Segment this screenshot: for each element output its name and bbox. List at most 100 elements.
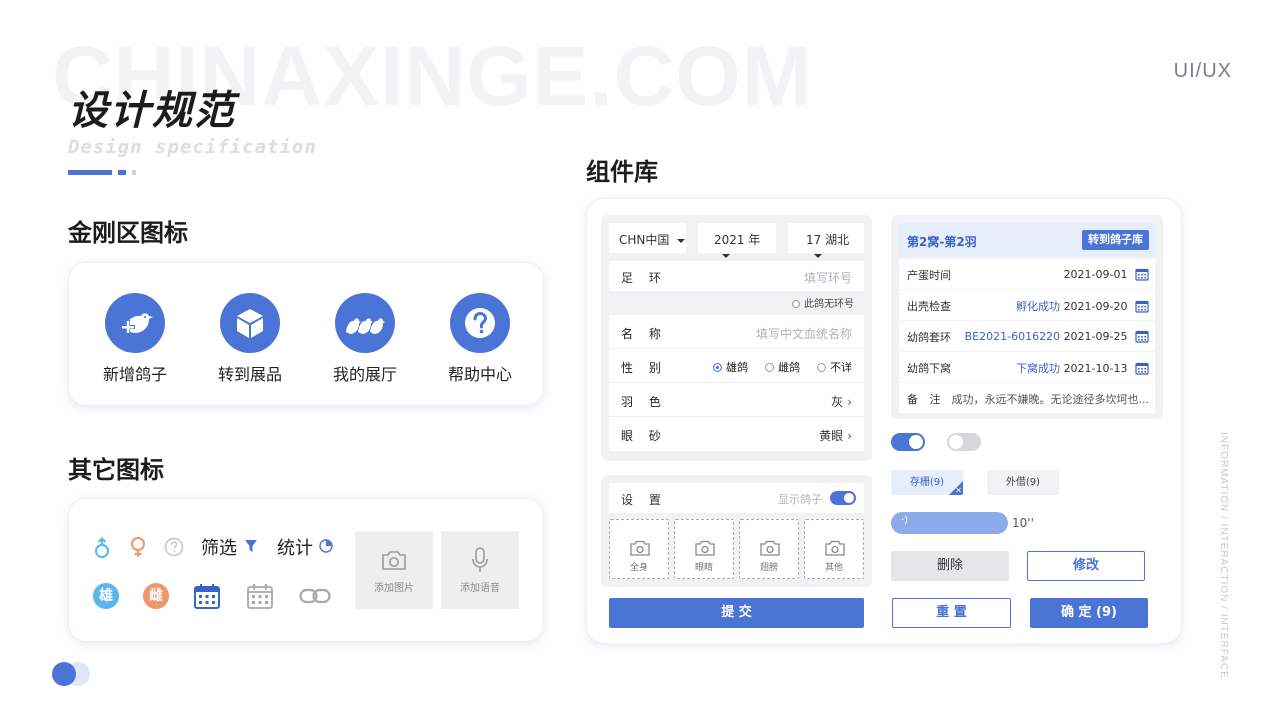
box-icon — [220, 293, 280, 353]
radio-icon — [817, 363, 826, 372]
year-select[interactable]: 2021 年 — [698, 223, 776, 258]
unknown-gender-icon — [164, 537, 184, 557]
eye-sand-field[interactable]: 眼 砂 黄眼 › — [609, 417, 864, 451]
radio-selected-icon — [713, 363, 722, 372]
photo-slot-label: 其他 — [824, 563, 843, 573]
pigeon-details-group: 名 称 填写中文血统名称 性 别 雄鸽 雌鸽 不详 羽 色 灰 › 眼 砂 黄眼 › — [609, 315, 864, 451]
add-photo-button[interactable]: 添加图片 — [355, 531, 433, 609]
gender-option-label: 雌鸽 — [778, 361, 800, 374]
camera-icon — [630, 540, 650, 556]
photo-slot-other[interactable]: 其他 — [804, 519, 864, 579]
tag-stored[interactable]: 存栅(9) ✕ — [891, 470, 963, 495]
gender-option-male[interactable]: 雄鸽 — [713, 359, 748, 375]
gender-option-female[interactable]: 雌鸽 — [765, 359, 800, 375]
delete-button[interactable]: 删除 — [891, 551, 1009, 581]
kingkong-label: 转到展品 — [217, 365, 282, 384]
camera-icon — [382, 551, 406, 570]
pie-chart-icon[interactable] — [319, 539, 333, 553]
camera-icon — [825, 540, 845, 556]
voice-duration: 10'' — [1012, 516, 1034, 530]
feather-value: 灰 — [831, 395, 844, 409]
info-key: 产蛋时间 — [907, 269, 951, 282]
toggle-on[interactable] — [891, 433, 925, 451]
photo-slot-wings[interactable]: 翅膀 — [739, 519, 799, 579]
settings-panel: 设 置 显示鸽子 全身 眼睛 翅膀 其他 — [601, 475, 872, 587]
vertical-tag: INFORMATION / INTERACTION / INTERFACE — [1218, 432, 1229, 679]
reset-button[interactable]: 重 置 — [892, 598, 1011, 628]
voice-message-bar[interactable]: ·) — [891, 512, 1008, 534]
info-date: 2021-10-13 — [1063, 362, 1128, 375]
kingkong-item-gallery[interactable]: 我的展厅 — [315, 293, 415, 385]
add-voice-button[interactable]: 添加语音 — [441, 531, 519, 609]
info-status: BE2021-6016220 — [964, 330, 1061, 343]
go-to-pigeon-library-button[interactable]: 转到鸽子库 — [1082, 230, 1149, 250]
kingkong-label: 帮助中心 — [447, 365, 512, 384]
filter-label: 筛选 — [201, 538, 237, 559]
pigeons-group-icon — [335, 293, 395, 353]
components-section-title: 组件库 — [586, 158, 658, 186]
feather-color-field[interactable]: 羽 色 灰 › — [609, 383, 864, 417]
female-icon — [131, 537, 145, 557]
kingkong-section-title: 金刚区图标 — [68, 219, 188, 247]
toggle-off[interactable] — [947, 433, 981, 451]
radio-icon — [765, 363, 774, 372]
photo-slot-eyes[interactable]: 眼睛 — [674, 519, 734, 579]
kingkong-item-add-pigeon[interactable]: 新增鸽子 — [85, 293, 185, 385]
info-key: 幼鸽套环 — [907, 331, 951, 344]
ring-label: 足 环 — [621, 271, 667, 285]
tag-lent[interactable]: 外借(9) — [987, 470, 1059, 495]
no-ring-radio[interactable] — [792, 300, 800, 308]
eye-value: 黄眼 — [819, 429, 844, 443]
region-select[interactable]: 17 湖北 — [788, 223, 864, 258]
info-date: 2021-09-25 — [1063, 330, 1128, 343]
feather-label: 羽 色 — [621, 395, 667, 409]
help-icon — [450, 293, 510, 353]
country-select[interactable]: CHN中国 — [609, 223, 686, 253]
chevron-right-icon: › — [847, 429, 852, 443]
confirm-button[interactable]: 确 定 (9) — [1030, 598, 1148, 628]
calendar-inactive-icon[interactable] — [246, 582, 274, 610]
info-row: 产蛋时间 2021-09-01 — [899, 259, 1155, 289]
calendar-icon[interactable] — [1135, 267, 1149, 281]
info-row: 出壳检查 孵化成功 2021-09-20 — [899, 290, 1155, 320]
kingkong-item-exhibit[interactable]: 转到展品 — [200, 293, 300, 385]
nest-title: 第2窝-第2羽 — [907, 235, 977, 249]
gender-option-unknown[interactable]: 不详 — [817, 359, 852, 375]
show-pigeon-toggle[interactable] — [830, 491, 856, 505]
calendar-icon[interactable] — [1135, 299, 1149, 313]
add-voice-label: 添加语音 — [460, 583, 500, 594]
settings-row: 设 置 显示鸽子 — [609, 483, 864, 513]
link-icon[interactable] — [299, 587, 331, 605]
note-value: 成功，永远不嫌晚。无论途径多坎坷也... — [951, 393, 1150, 406]
close-icon[interactable]: ✕ — [955, 478, 962, 495]
show-pigeon-label: 显示鸽子 — [778, 493, 822, 506]
calendar-active-icon[interactable] — [193, 582, 221, 610]
photo-slot-label: 翅膀 — [759, 563, 778, 573]
add-pigeon-icon — [105, 293, 165, 353]
calendar-icon[interactable] — [1135, 329, 1149, 343]
country-select-value: CHN中国 — [619, 233, 670, 247]
info-date: 2021-09-20 — [1063, 300, 1128, 313]
male-icon — [95, 537, 109, 558]
sound-wave-icon: ·) — [901, 515, 909, 526]
no-ring-label: 此鸽无环号 — [804, 299, 854, 310]
gender-option-label: 雄鸽 — [726, 361, 748, 374]
kingkong-item-help[interactable]: 帮助中心 — [430, 293, 530, 385]
calendar-icon[interactable] — [1135, 361, 1149, 375]
info-row: 幼鸽套环 BE2021-6016220 2021-09-25 — [899, 321, 1155, 351]
edit-button[interactable]: 修改 — [1027, 551, 1145, 581]
kingkong-label: 新增鸽子 — [102, 365, 167, 384]
info-status: 下窝成功 — [1016, 362, 1061, 375]
filter-icon[interactable] — [245, 540, 257, 553]
gender-option-label: 不详 — [830, 361, 852, 374]
name-field[interactable]: 名 称 填写中文血统名称 — [609, 315, 864, 349]
ring-number-field[interactable]: 足 环 填写环号 — [609, 261, 864, 291]
no-ring-option[interactable]: 此鸽无环号 — [792, 295, 854, 310]
stats-label: 统计 — [277, 538, 313, 559]
nest-info-panel: 第2窝-第2羽 转到鸽子库 产蛋时间 2021-09-01 出壳检查 孵化成功 … — [891, 215, 1163, 419]
other-icons-section-title: 其它图标 — [68, 456, 164, 484]
microphone-icon — [472, 547, 488, 572]
note-row: 备 注 成功，永远不嫌晚。无论途径多坎坷也... — [899, 383, 1155, 413]
submit-button[interactable]: 提 交 — [609, 598, 864, 628]
photo-slot-body[interactable]: 全身 — [609, 519, 669, 579]
